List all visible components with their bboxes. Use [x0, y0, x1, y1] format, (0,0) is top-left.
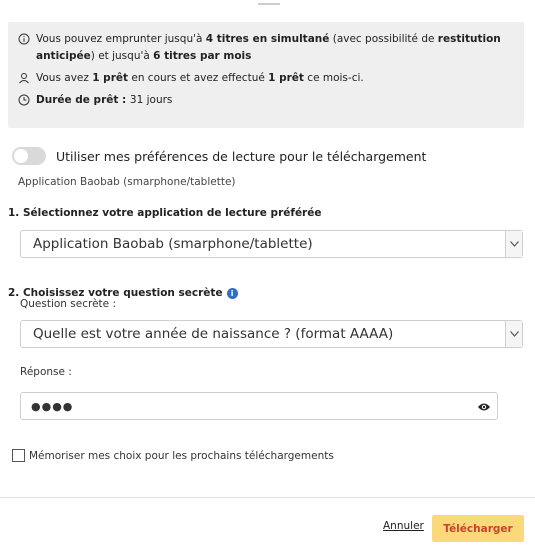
- loan-duration-text: Durée de prêt : 31 jours: [36, 94, 173, 106]
- current-loans-text: Vous avez 1 prêt en cours et avez effect…: [36, 72, 364, 84]
- reading-preferences-toggle[interactable]: [12, 147, 46, 165]
- loan-info-panel: Vous pouvez emprunter jusqu'à 4 titres e…: [8, 22, 524, 128]
- user-icon: [18, 72, 30, 84]
- secret-question-label: Question secrète :: [20, 298, 117, 310]
- top-strip: [0, 0, 535, 18]
- secret-question-select[interactable]: Quelle est votre année de naissance ? (f…: [20, 320, 523, 348]
- loan-limit-line: Vous pouvez emprunter jusqu'à 4 titres e…: [18, 31, 514, 65]
- secret-question-selected: Quelle est votre année de naissance ? (f…: [33, 326, 394, 342]
- remember-choices-checkbox[interactable]: [12, 449, 25, 462]
- remember-choices-row[interactable]: Mémoriser mes choix pour les prochains t…: [12, 449, 334, 462]
- eye-icon[interactable]: [477, 402, 491, 412]
- remember-choices-label: Mémoriser mes choix pour les prochains t…: [29, 449, 334, 462]
- info-circle-icon: [18, 33, 30, 45]
- current-loans-line: Vous avez 1 prêt en cours et avez effect…: [18, 70, 514, 87]
- step1-title: 1. Sélectionnez votre application de lec…: [8, 207, 322, 219]
- answer-label: Réponse :: [20, 366, 72, 378]
- reading-app-select[interactable]: Application Baobab (smarphone/tablette): [20, 230, 523, 258]
- footer-divider: [0, 497, 535, 498]
- info-badge-icon[interactable]: i: [226, 287, 238, 299]
- preferred-app-caption: Application Baobab (smarphone/tablette): [18, 176, 236, 188]
- chevron-down-icon[interactable]: [505, 321, 522, 347]
- answer-input[interactable]: ●●●●: [20, 392, 498, 420]
- reading-preferences-label: Utiliser mes préférences de lecture pour…: [56, 148, 427, 164]
- chevron-down-icon[interactable]: [505, 231, 522, 257]
- top-edge-mark: [258, 0, 280, 5]
- download-button[interactable]: Télécharger: [432, 515, 524, 542]
- clock-icon: [18, 94, 30, 106]
- reading-app-selected: Application Baobab (smarphone/tablette): [33, 236, 313, 252]
- answer-value: ●●●●: [31, 399, 74, 413]
- loan-duration-line: Durée de prêt : 31 jours: [18, 92, 514, 109]
- toggle-knob: [14, 149, 28, 163]
- loan-limit-text: Vous pouvez emprunter jusqu'à 4 titres e…: [36, 33, 501, 62]
- reading-preferences-toggle-row: Utiliser mes préférences de lecture pour…: [12, 145, 426, 167]
- cancel-button[interactable]: Annuler: [383, 520, 424, 532]
